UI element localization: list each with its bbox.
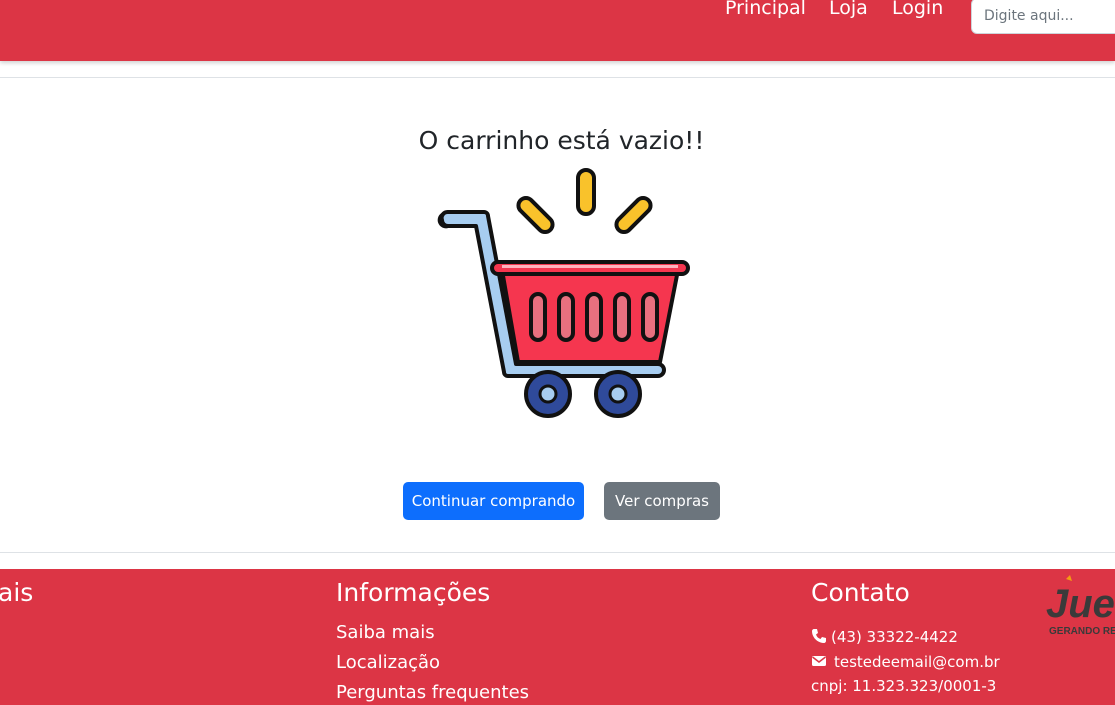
nav-link-loja[interactable]: Loja — [829, 0, 868, 20]
svg-text:GERANDO RE: GERANDO RE — [1049, 626, 1115, 635]
envelope-icon — [812, 656, 826, 666]
nav-link-login[interactable]: Login — [892, 0, 943, 20]
footer-heading-partial: ais — [0, 578, 34, 607]
search-input[interactable] — [971, 0, 1115, 34]
footer-heading-contato: Contato — [811, 578, 910, 607]
shopping-cart-icon — [437, 168, 690, 418]
contact-email: testedeemail@com.br — [811, 652, 1000, 672]
footer-link-perguntas-frequentes[interactable]: Perguntas frequentes — [336, 681, 529, 705]
view-purchases-button[interactable]: Ver compras — [604, 482, 720, 520]
brand-logo: Jue GERANDO RE — [1046, 575, 1115, 635]
top-divider — [0, 77, 1115, 78]
phone-icon — [812, 629, 826, 643]
contact-email-text: testedeemail@com.br — [834, 653, 1000, 671]
nav-link-principal[interactable]: Principal — [725, 0, 806, 20]
footer-heading-informacoes: Informações — [336, 578, 491, 607]
bottom-divider — [0, 552, 1115, 553]
contact-phone: (43) 33322-4422 — [811, 627, 958, 647]
footer-link-localizacao[interactable]: Localização — [336, 651, 440, 675]
contact-phone-text: (43) 33322-4422 — [831, 628, 958, 646]
top-navbar: Principal Loja Login — [0, 0, 1115, 61]
footer: ais Informações Saiba mais Localização P… — [0, 569, 1115, 705]
footer-link-saiba-mais[interactable]: Saiba mais — [336, 621, 435, 645]
continue-shopping-button[interactable]: Continuar comprando — [403, 482, 584, 520]
contact-cnpj: cnpj: 11.323.323/0001-3 — [811, 677, 997, 695]
empty-cart-title: O carrinho está vazio!! — [418, 126, 705, 155]
svg-text:Jue: Jue — [1046, 582, 1115, 626]
